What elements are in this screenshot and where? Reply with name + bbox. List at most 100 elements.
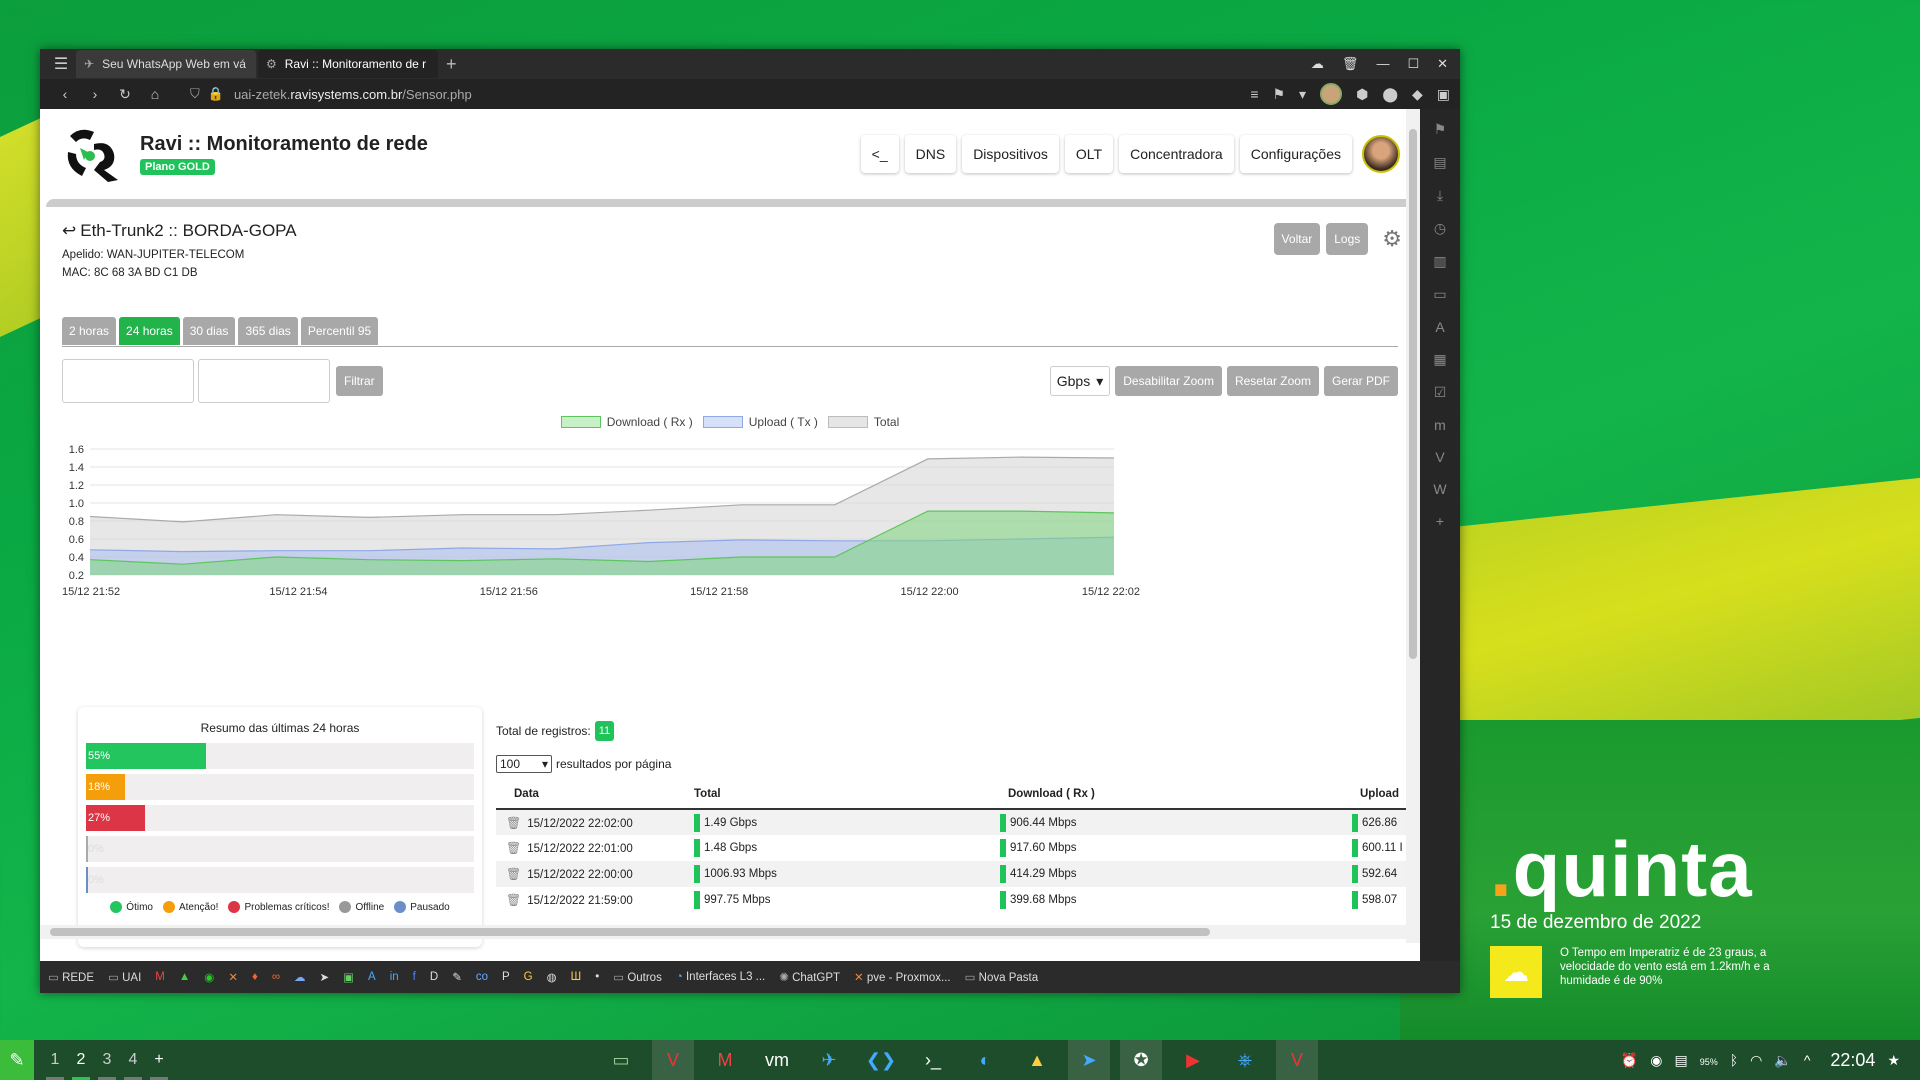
nav-configuracoes[interactable]: Configurações: [1239, 135, 1352, 173]
vertical-scrollbar[interactable]: [1406, 109, 1420, 943]
bookmark-icon-disk[interactable]: ◍: [547, 970, 557, 984]
bookmark-icon-p[interactable]: P: [502, 971, 510, 983]
profile-avatar[interactable]: [1320, 83, 1343, 105]
bookmark-rede[interactable]: ▭ REDE: [48, 970, 94, 984]
extension-icon-4[interactable]: ▣: [1437, 86, 1450, 103]
filter-button[interactable]: Filtrar: [336, 366, 383, 396]
new-tab-button[interactable]: +: [446, 54, 457, 75]
unit-select[interactable]: Gbps ▾: [1049, 366, 1111, 396]
tab-30-dias[interactable]: 30 dias: [182, 317, 236, 345]
gear-icon[interactable]: ⚙: [1382, 226, 1402, 252]
remote-app-icon[interactable]: ✪: [1120, 1040, 1162, 1080]
battery-icon[interactable]: 95%: [1700, 1052, 1718, 1068]
google-icon[interactable]: G: [524, 971, 533, 983]
bookmark-icon[interactable]: ⚑: [1272, 86, 1285, 103]
extension-icon[interactable]: ⬢: [1356, 86, 1368, 103]
workspace-2[interactable]: 2: [68, 1051, 94, 1080]
drive-app-icon[interactable]: ▲: [1016, 1040, 1058, 1080]
whatsapp-icon[interactable]: ◉: [204, 970, 214, 984]
linkedin-icon[interactable]: in: [390, 971, 399, 983]
wifi-icon[interactable]: ◠: [1750, 1052, 1762, 1069]
star-icon[interactable]: ★: [1887, 1052, 1900, 1069]
browser-app-icon[interactable]: ◐: [964, 1040, 1006, 1080]
reload-icon[interactable]: ↻: [110, 86, 140, 103]
horizontal-scrollbar[interactable]: [40, 925, 1406, 939]
workspace-4[interactable]: 4: [120, 1051, 146, 1080]
menu-icon[interactable]: ☰: [46, 54, 76, 74]
nav-olt[interactable]: OLT: [1064, 135, 1114, 173]
drive-icon[interactable]: ▲: [179, 971, 190, 983]
voltar-button[interactable]: Voltar: [1273, 223, 1321, 255]
user-avatar[interactable]: [1362, 135, 1400, 173]
bookmark-nova-pasta[interactable]: ▭ Nova Pasta: [965, 970, 1039, 984]
summary-legend-item[interactable]: Atenção!: [162, 901, 218, 913]
tray-app-icon[interactable]: ◉: [1650, 1052, 1662, 1069]
bookmark-icon-flame[interactable]: ♦: [252, 971, 258, 983]
summary-legend-item[interactable]: Offline: [339, 901, 384, 913]
nav-concentradora[interactable]: Concentradora: [1119, 135, 1234, 173]
window-icon[interactable]: ▭: [1433, 286, 1446, 303]
tab-percentil-95[interactable]: Percentil 95: [300, 317, 379, 345]
reset-zoom-button[interactable]: Resetar Zoom: [1226, 366, 1319, 396]
notes-icon[interactable]: ▥: [1433, 253, 1446, 270]
summary-legend-item[interactable]: Pausado: [394, 901, 450, 913]
translate-icon[interactable]: A: [1435, 319, 1444, 335]
trash-icon[interactable]: 🗑: [1342, 56, 1359, 72]
nav-terminal[interactable]: <_: [860, 135, 899, 173]
tab-whatsapp[interactable]: ✈ Seu WhatsApp Web em vá: [76, 50, 256, 78]
extension-icon-3[interactable]: ◆: [1412, 86, 1423, 103]
tab-24-horas[interactable]: 24 horas: [119, 317, 180, 345]
cloud-icon[interactable]: ☁: [1311, 56, 1324, 72]
delete-row-icon[interactable]: 🗑: [506, 816, 521, 830]
taskbar-clock[interactable]: 22:04: [1830, 1050, 1875, 1071]
back-arrow-icon[interactable]: ↩: [62, 221, 76, 241]
tasks-icon[interactable]: ☑: [1434, 384, 1447, 401]
forward-icon[interactable]: ›: [80, 86, 110, 102]
header-data[interactable]: Data: [496, 779, 684, 810]
delete-row-icon[interactable]: 🗑: [506, 841, 521, 855]
history-icon[interactable]: ◷: [1434, 220, 1446, 237]
bookmark-icon-send[interactable]: ➤: [320, 970, 330, 984]
start-menu-icon[interactable]: ✎: [0, 1040, 34, 1080]
bookmark-icon-d[interactable]: D: [430, 971, 438, 983]
tab-2-horas[interactable]: 2 horas: [62, 317, 117, 345]
tab-ravi[interactable]: ⚙ Ravi :: Monitoramento de r: [258, 50, 438, 78]
gmail-app-icon[interactable]: M: [704, 1040, 746, 1080]
add-panel-icon[interactable]: +: [1436, 513, 1444, 529]
bookmark-icon-x[interactable]: ✕: [228, 970, 238, 984]
youtube-app-icon[interactable]: ▶: [1172, 1040, 1214, 1080]
nav-dispositivos[interactable]: Dispositivos: [962, 135, 1059, 173]
workspace-1[interactable]: 1: [42, 1051, 68, 1080]
add-workspace-button[interactable]: +: [146, 1051, 172, 1080]
bookmark-proxmox[interactable]: ✕ pve - Proxmox...: [854, 970, 951, 984]
reading-list-icon[interactable]: ▤: [1433, 154, 1446, 171]
delete-row-icon[interactable]: 🗑: [506, 867, 521, 881]
vivaldi-app-icon-2[interactable]: V: [1276, 1040, 1318, 1080]
header-total[interactable]: Total: [684, 779, 990, 810]
facebook-icon[interactable]: f: [413, 971, 416, 983]
disable-zoom-button[interactable]: Desabilitar Zoom: [1115, 366, 1222, 396]
vmware-app-icon[interactable]: vm: [756, 1040, 798, 1080]
summary-legend-item[interactable]: Problemas críticos!: [228, 901, 329, 913]
tray-expand-icon[interactable]: ^: [1804, 1052, 1811, 1068]
bookmark-icon-co[interactable]: co: [476, 971, 488, 983]
minimize-button[interactable]: —: [1376, 56, 1389, 72]
reader-icon[interactable]: ≡: [1250, 86, 1258, 102]
telegram-app-icon[interactable]: ➤: [1068, 1040, 1110, 1080]
tab-365-dias[interactable]: 365 dias: [238, 317, 298, 345]
downloads-icon[interactable]: ⤓: [1437, 187, 1443, 204]
vivaldi-icon[interactable]: V: [1435, 449, 1444, 465]
bookmark-uai[interactable]: ▭ UAI: [108, 970, 141, 984]
network-app-icon[interactable]: ✈: [808, 1040, 850, 1080]
bookmark-icon-grid[interactable]: ▣: [343, 970, 354, 984]
maximize-button[interactable]: ☐: [1407, 56, 1419, 72]
volume-icon[interactable]: 🔈: [1774, 1052, 1791, 1069]
home-icon[interactable]: ⌂: [140, 86, 170, 102]
bookmark-icon-link[interactable]: ∞: [272, 971, 280, 983]
bookmark-icon-pen[interactable]: ✎: [452, 970, 462, 984]
vscode-app-icon[interactable]: ❮❯: [860, 1040, 902, 1080]
mastodon-icon[interactable]: m: [1434, 417, 1446, 433]
back-icon[interactable]: ‹: [50, 86, 80, 102]
dropdown-icon[interactable]: ▾: [1299, 86, 1306, 103]
close-button[interactable]: ✕: [1437, 56, 1448, 72]
